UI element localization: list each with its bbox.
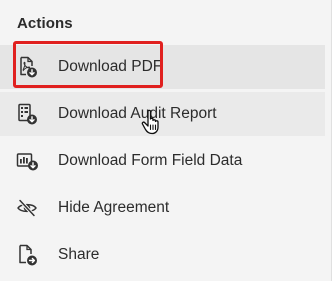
download-form-data-icon (16, 153, 38, 171)
actions-title: Actions (17, 15, 73, 32)
download-audit-report-icon (18, 103, 37, 125)
download-audit-report-label: Download Audit Report (58, 105, 217, 122)
hide-agreement-label: Hide Agreement (58, 199, 170, 216)
download-form-field-data-label: Download Form Field Data (58, 152, 243, 169)
share-icon (19, 244, 37, 266)
hide-eye-icon (17, 199, 37, 217)
download-audit-report-action[interactable]: Download Audit Report (0, 92, 325, 136)
download-pdf-icon (20, 56, 37, 78)
download-pdf-label: Download PDF (58, 58, 163, 75)
download-form-field-data-action[interactable]: Download Form Field Data (0, 139, 325, 183)
share-label: Share (58, 246, 100, 263)
actions-panel: Actions Download PDF Download Audit Repo… (0, 0, 332, 281)
download-pdf-action[interactable]: Download PDF (0, 45, 325, 89)
hide-agreement-action[interactable]: Hide Agreement (0, 186, 325, 230)
share-action[interactable]: Share (0, 233, 325, 277)
